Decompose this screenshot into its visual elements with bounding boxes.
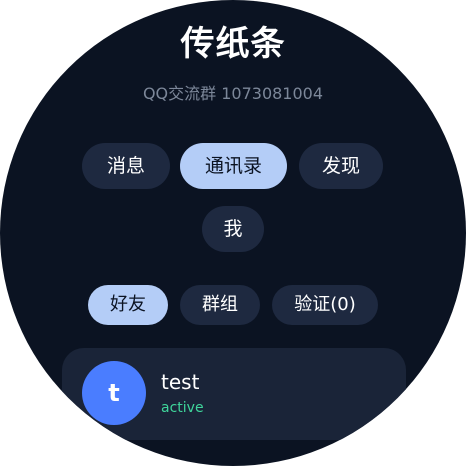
tab-groups[interactable]: 群组 — [180, 285, 260, 325]
contact-status: active — [161, 400, 204, 416]
tab-messages[interactable]: 消息 — [82, 143, 170, 189]
contact-avatar: t — [82, 361, 146, 425]
tab-verification[interactable]: 验证(0) — [272, 285, 378, 325]
tab-contacts[interactable]: 通讯录 — [180, 143, 287, 189]
tab-me[interactable]: 我 — [202, 206, 264, 252]
tab-discover[interactable]: 发现 — [299, 143, 383, 189]
watch-screen: 传纸条 QQ交流群 1073081004 消息 通讯录 发现 我 好友 群组 验… — [0, 0, 466, 466]
app-title: 传纸条 — [180, 24, 286, 64]
contact-name: test — [161, 370, 200, 394]
app-subtitle: QQ交流群 1073081004 — [142, 84, 324, 103]
tab-friends[interactable]: 好友 — [88, 285, 168, 325]
